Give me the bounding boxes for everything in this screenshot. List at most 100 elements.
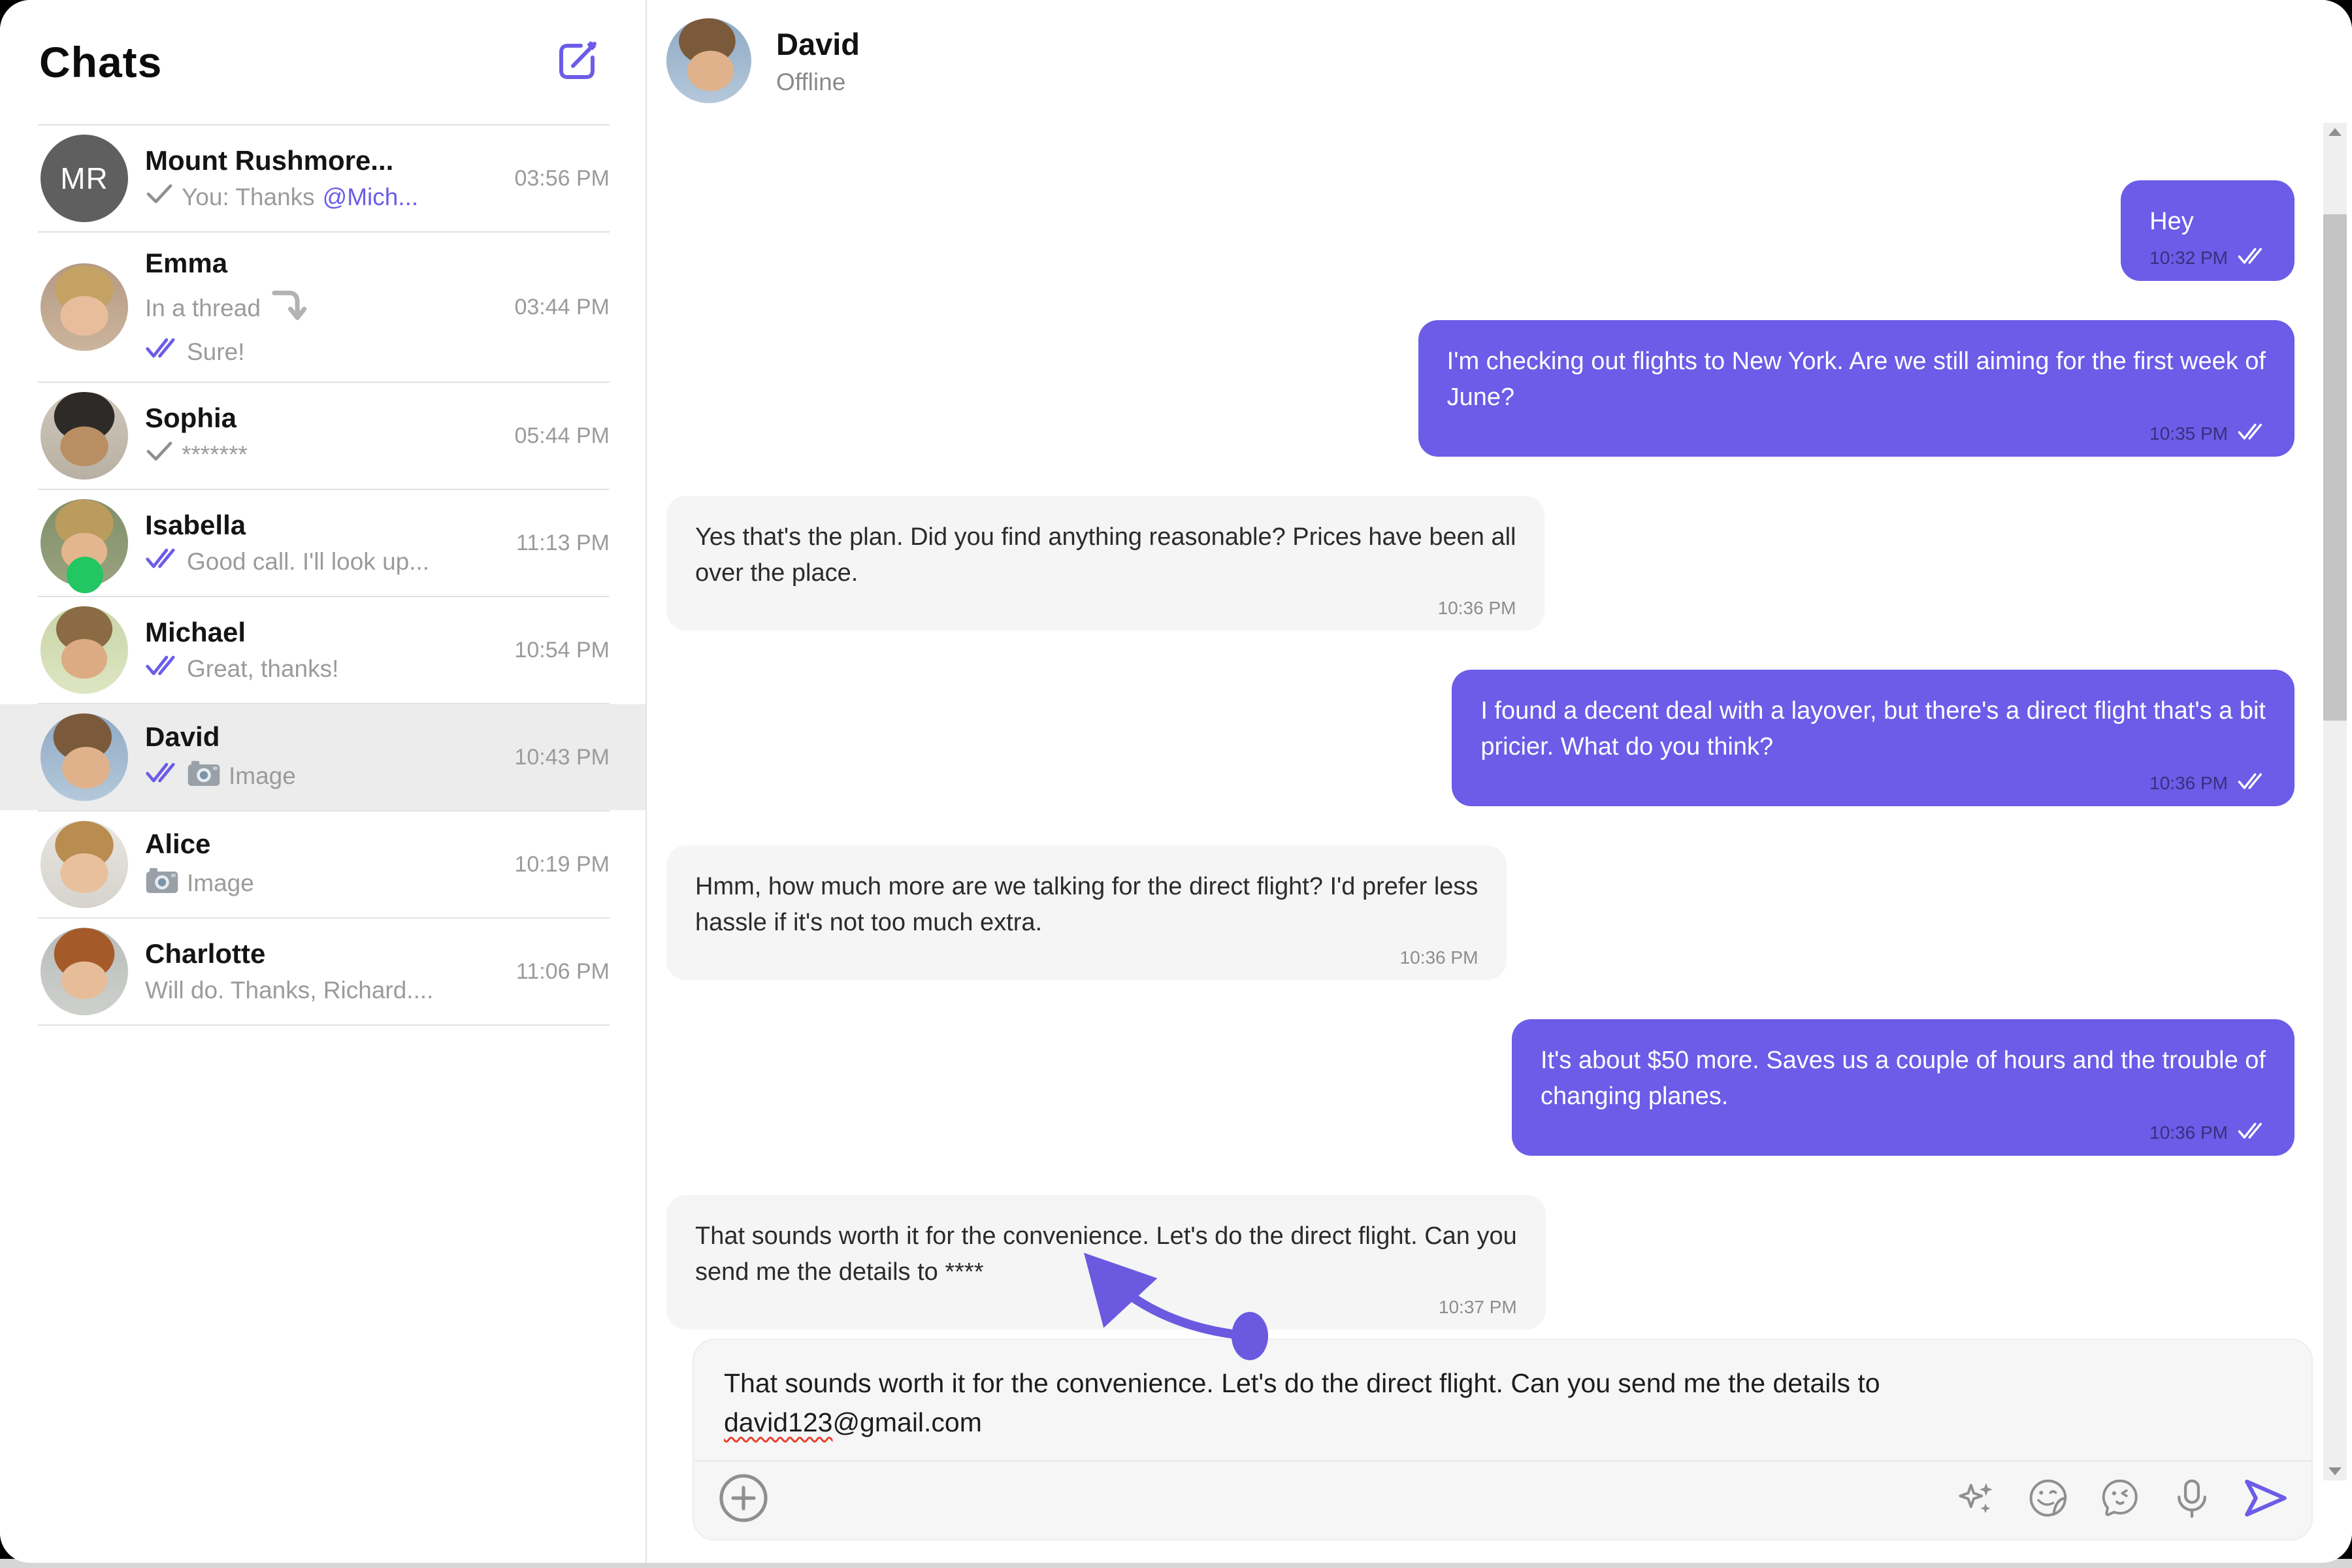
send-icon	[2242, 1477, 2289, 1522]
chat-list-item-sophia[interactable]: Sophia ******* 05:44 PM	[0, 383, 645, 489]
message-list: Hey 10:32 PM I'm checking out flights to…	[666, 180, 2295, 1330]
avatar	[41, 606, 128, 694]
double-check-icon	[2237, 772, 2266, 794]
message-text: I found a decent deal with a layover, bu…	[1480, 693, 2266, 765]
chat-list-item-alice[interactable]: Alice Image 10:19 PM	[0, 811, 645, 917]
message-text: Hmm, how much more are we talking for th…	[695, 869, 1478, 941]
chat-name: Charlotte	[145, 938, 504, 970]
message-bubble-outgoing: It's about $50 more. Saves us a couple o…	[1512, 1019, 2295, 1156]
new-chat-button[interactable]	[549, 34, 605, 90]
messages-scrollbar[interactable]	[2323, 123, 2347, 1480]
chat-preview: Image	[229, 761, 296, 791]
emoji-icon	[2099, 1477, 2142, 1522]
ai-assist-button[interactable]	[1955, 1477, 1998, 1522]
chat-time: 03:44 PM	[514, 295, 610, 320]
camera-icon	[187, 759, 221, 794]
avatar	[666, 18, 751, 103]
chat-time: 03:56 PM	[514, 166, 610, 191]
mention-text: @Mich...	[323, 182, 419, 212]
chat-name: Mount Rushmore...	[145, 144, 502, 177]
avatar-initials: MR	[60, 161, 108, 196]
message-composer: That sounds worth it for the convenience…	[693, 1339, 2313, 1541]
chat-preview: Good call. I'll look up...	[187, 547, 429, 577]
message-time: 10:36 PM	[1438, 598, 1516, 619]
message-time: 10:36 PM	[2149, 773, 2228, 794]
avatar	[41, 928, 128, 1015]
chat-name: Alice	[145, 828, 502, 860]
avatar	[41, 821, 128, 908]
sparkles-icon	[1955, 1477, 1998, 1522]
message-bubble-incoming: Hmm, how much more are we talking for th…	[666, 845, 1507, 980]
chat-time: 11:06 PM	[516, 959, 610, 985]
conversation-header: David Offline	[666, 18, 860, 103]
voice-message-button[interactable]	[2170, 1477, 2213, 1522]
chat-list-item-charlotte[interactable]: Charlotte Will do. Thanks, Richard.... 1…	[0, 919, 645, 1024]
message-input[interactable]: That sounds worth it for the convenience…	[694, 1340, 2311, 1460]
draft-text: That sounds worth it for the convenience…	[724, 1368, 1880, 1398]
chat-name: David	[145, 721, 502, 753]
double-check-icon	[2237, 246, 2266, 269]
chat-app-window: Chats MR Mount Rushmore...	[0, 0, 2352, 1563]
double-check-icon	[145, 547, 179, 578]
message-time: 10:37 PM	[1439, 1297, 1517, 1318]
sticker-button[interactable]	[2027, 1477, 2070, 1522]
chat-time: 10:19 PM	[514, 852, 610, 877]
message-text: I'm checking out flights to New York. Ar…	[1447, 344, 2266, 416]
chat-name: Michael	[145, 616, 502, 649]
divider	[38, 1024, 610, 1026]
chat-list-item-isabella[interactable]: Isabella Good call. I'll look up... 11:1…	[0, 490, 645, 596]
message-time: 10:36 PM	[1400, 947, 1478, 968]
message-time: 10:35 PM	[2149, 423, 2228, 444]
single-check-icon	[145, 182, 174, 212]
scroll-up-arrow-icon[interactable]	[2328, 128, 2342, 136]
message-text: Yes that's the plan. Did you find anythi…	[695, 519, 1516, 591]
presence-status: Offline	[776, 69, 860, 96]
chat-preview: You: Thanks	[182, 182, 315, 212]
single-check-icon	[145, 440, 174, 470]
avatar	[41, 499, 128, 587]
avatar: MR	[41, 135, 128, 222]
draft-misspelled-word: david123	[724, 1407, 832, 1437]
chat-time: 10:54 PM	[514, 638, 610, 663]
thread-arrow-icon	[269, 285, 308, 331]
chat-list: MR Mount Rushmore... You: Thanks @Mich..…	[0, 116, 645, 1563]
chat-time: 10:43 PM	[514, 745, 610, 770]
chat-list-item-emma[interactable]: Emma In a thread	[0, 233, 645, 382]
camera-icon	[145, 866, 179, 902]
message-bubble-outgoing: I found a decent deal with a layover, bu…	[1452, 670, 2295, 806]
chat-preview: *******	[182, 440, 248, 470]
send-button[interactable]	[2242, 1477, 2289, 1522]
sticker-icon	[2027, 1477, 2070, 1522]
chat-time: 05:44 PM	[514, 423, 610, 449]
avatar	[41, 263, 128, 351]
scroll-down-arrow-icon[interactable]	[2328, 1467, 2342, 1475]
attach-button[interactable]	[717, 1472, 770, 1526]
message-bubble-outgoing: I'm checking out flights to New York. Ar…	[1418, 320, 2295, 457]
emoji-button[interactable]	[2099, 1477, 2142, 1522]
chat-time: 11:13 PM	[516, 531, 610, 556]
compose-icon	[551, 35, 603, 90]
chat-preview: Great, thanks!	[187, 654, 338, 684]
message-text: It's about $50 more. Saves us a couple o…	[1541, 1043, 2266, 1115]
chat-list-item-mount-rushmore[interactable]: MR Mount Rushmore... You: Thanks @Mich..…	[0, 125, 645, 231]
double-check-icon	[145, 761, 179, 792]
page-title: Chats	[39, 37, 162, 87]
double-check-icon	[145, 654, 179, 685]
chat-list-item-michael[interactable]: Michael Great, thanks! 10:54 PM	[0, 597, 645, 703]
sidebar-header: Chats	[0, 0, 645, 116]
message-text: That sounds worth it for the convenience…	[695, 1218, 1517, 1290]
conversation-panel: David Offline Hey 10:32 PM I'm checking …	[647, 0, 2352, 1563]
chat-preview: Sure!	[187, 337, 244, 367]
message-text: Hey	[2149, 204, 2266, 240]
chat-list-item-david[interactable]: David Image 10:43 PM	[0, 704, 645, 810]
scrollbar-thumb[interactable]	[2323, 214, 2347, 721]
message-bubble-incoming: That sounds worth it for the convenience…	[666, 1195, 1546, 1330]
chat-name: Isabella	[145, 509, 504, 542]
chat-preview: Will do. Thanks, Richard....	[145, 975, 433, 1005]
double-check-icon	[2237, 422, 2266, 445]
message-time: 10:32 PM	[2149, 248, 2228, 269]
thread-label: In a thread	[145, 293, 261, 323]
composer-toolbar	[694, 1460, 2311, 1539]
plus-icon	[717, 1472, 770, 1526]
sidebar: Chats MR Mount Rushmore...	[0, 0, 647, 1563]
